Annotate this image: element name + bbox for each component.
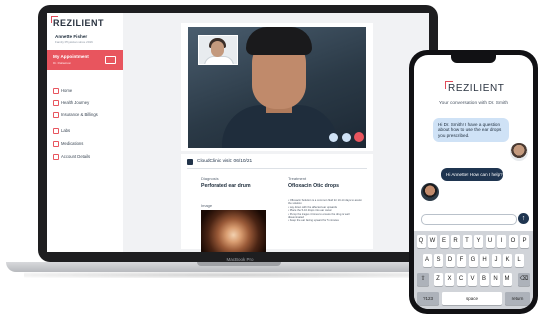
key-return[interactable]: return	[505, 292, 530, 305]
phone-screen: REZILIENT Your conversation with Dr. Smi…	[414, 55, 533, 309]
treatment-instructions: • Ofloxacin Solution is a common fluid f…	[288, 199, 362, 223]
key-e[interactable]: E	[439, 235, 449, 248]
clinic-icon	[187, 159, 193, 165]
user-name: Annette Fisher	[55, 34, 88, 39]
conversation-title: Your conversation with Dr. Smith	[438, 101, 509, 106]
user-icon	[53, 154, 59, 160]
pill-icon	[53, 141, 59, 147]
key-g[interactable]: G	[468, 254, 478, 267]
arrow-up-icon: ↑	[521, 215, 526, 222]
visit-info-panel: CloudClinic visit: 06/10/21 Diagnosis Pe…	[181, 154, 373, 252]
end-call-button[interactable]	[354, 132, 364, 142]
key-k[interactable]: K	[503, 254, 512, 267]
message-bubble-doctor: Hi Annette! How can I help?	[441, 168, 503, 181]
card-icon	[53, 112, 59, 118]
eardrum-image[interactable]	[201, 210, 266, 252]
key-b[interactable]: B	[479, 273, 489, 286]
treatment-label: Treatment	[288, 176, 307, 181]
key-q[interactable]: Q	[416, 235, 426, 248]
doctor-coat	[204, 56, 234, 64]
image-label: Image	[201, 203, 213, 208]
key-s[interactable]: S	[434, 254, 443, 267]
treatment-value: Ofloxacin Otic drops	[288, 183, 340, 189]
key-h[interactable]: H	[480, 254, 489, 267]
key-j[interactable]: J	[491, 254, 501, 267]
key-a[interactable]: A	[422, 254, 432, 267]
key-v[interactable]: V	[468, 273, 477, 286]
key-shift[interactable]: ⇧	[417, 273, 429, 286]
key-p[interactable]: P	[520, 235, 529, 248]
key-d[interactable]: D	[445, 254, 455, 267]
key-f[interactable]: F	[457, 254, 466, 267]
doctor-pip-video[interactable]	[198, 35, 238, 65]
patient-avatar	[421, 183, 439, 201]
key-u[interactable]: U	[485, 235, 495, 248]
key-n[interactable]: N	[491, 273, 500, 286]
laptop-shadow	[24, 272, 454, 278]
doctor-face	[211, 41, 224, 57]
key-l[interactable]: L	[514, 254, 524, 267]
shift-icon: ⇧	[420, 276, 426, 282]
key-space[interactable]: space	[442, 292, 502, 305]
home-icon	[53, 88, 59, 94]
phone-notch	[451, 55, 496, 63]
user-subtitle: Family Physician since 2016	[55, 40, 93, 44]
laptop-screen: REZILIENT Annette Fisher Family Physicia…	[47, 13, 429, 252]
sidebar: REZILIENT Annette Fisher Family Physicia…	[47, 13, 123, 252]
key-x[interactable]: X	[445, 273, 454, 286]
video-call-feed	[188, 27, 366, 148]
key-backspace[interactable]: ⌫	[518, 273, 530, 286]
diagnosis-label: Diagnosis	[201, 176, 219, 181]
key-numbers[interactable]: ?123	[417, 292, 439, 305]
key-t[interactable]: T	[462, 235, 472, 248]
flask-icon	[53, 128, 59, 134]
divider	[187, 168, 367, 169]
key-y[interactable]: Y	[474, 235, 483, 248]
my-appointment-doctor: Dr. Rafaelson	[53, 61, 72, 65]
send-button[interactable]: ↑	[518, 213, 529, 224]
doctor-avatar	[510, 143, 528, 161]
visit-title: CloudClinic visit: 06/10/21	[197, 159, 253, 164]
diagnosis-value: Perforated ear drum	[201, 183, 251, 189]
message-input[interactable]	[421, 214, 517, 225]
key-r[interactable]: R	[451, 235, 460, 248]
key-m[interactable]: M	[502, 273, 512, 286]
patient-hair	[246, 27, 312, 55]
phone-logo: REZILIENT	[445, 81, 505, 94]
backspace-icon: ⌫	[519, 276, 529, 282]
mic-button[interactable]	[329, 133, 338, 142]
camera-button[interactable]	[342, 133, 351, 142]
heart-icon	[53, 100, 59, 106]
laptop-brand-label: MacBook Pro	[226, 257, 254, 262]
my-appointment-label: My Appointment	[53, 54, 89, 59]
key-o[interactable]: O	[508, 235, 518, 248]
key-i[interactable]: I	[497, 235, 506, 248]
message-bubble-patient: Hi Dr. Smith! I have a question about ho…	[433, 118, 509, 143]
app-logo: REZILIENT	[51, 16, 104, 28]
key-w[interactable]: W	[428, 235, 437, 248]
key-z[interactable]: Z	[433, 273, 443, 286]
video-icon	[105, 56, 116, 64]
keyboard: QWERTYUIOP ASDFGHJKL ZXCVBNM ?123 space re…	[414, 231, 533, 309]
key-c[interactable]: C	[456, 273, 466, 286]
